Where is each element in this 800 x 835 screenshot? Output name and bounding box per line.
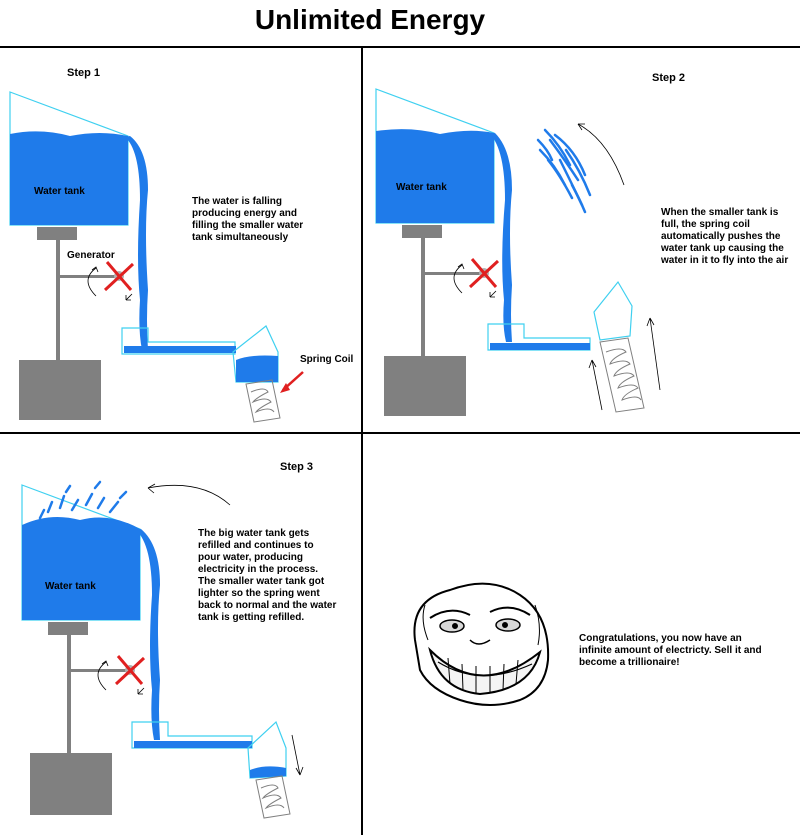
tank-stand-cap [37,227,77,240]
final-caption: Congratulations, you now have an infinit… [579,633,762,668]
big-tank-water [10,131,128,225]
step1-caption: The water is falling producing energy an… [192,196,304,243]
panel-step1-drawing [9,91,304,423]
step3-caption: The big water tank gets refilled and con… [198,528,337,623]
comic-drawing [0,46,800,835]
tank-base-block [19,360,101,420]
panel-step2-drawing [375,88,661,416]
step2-label: Step 2 [652,72,686,84]
step2-tank-label: Water tank [396,182,447,193]
generator-label: Generator [67,250,115,261]
troll-face-icon [413,582,550,706]
flying-water [536,128,592,214]
step3-label: Step 3 [280,461,314,473]
spring-coil-label: Spring Coil [300,354,354,365]
step3-tank-label: Water tank [45,581,96,592]
step2-caption: When the smaller tank is full, the sprin… [661,207,789,266]
step1-tank-label: Water tank [34,186,85,197]
step1-label: Step 1 [67,67,101,79]
spring-coil [245,379,281,423]
tank-stand-post [56,240,60,362]
splash-drops [38,480,128,520]
